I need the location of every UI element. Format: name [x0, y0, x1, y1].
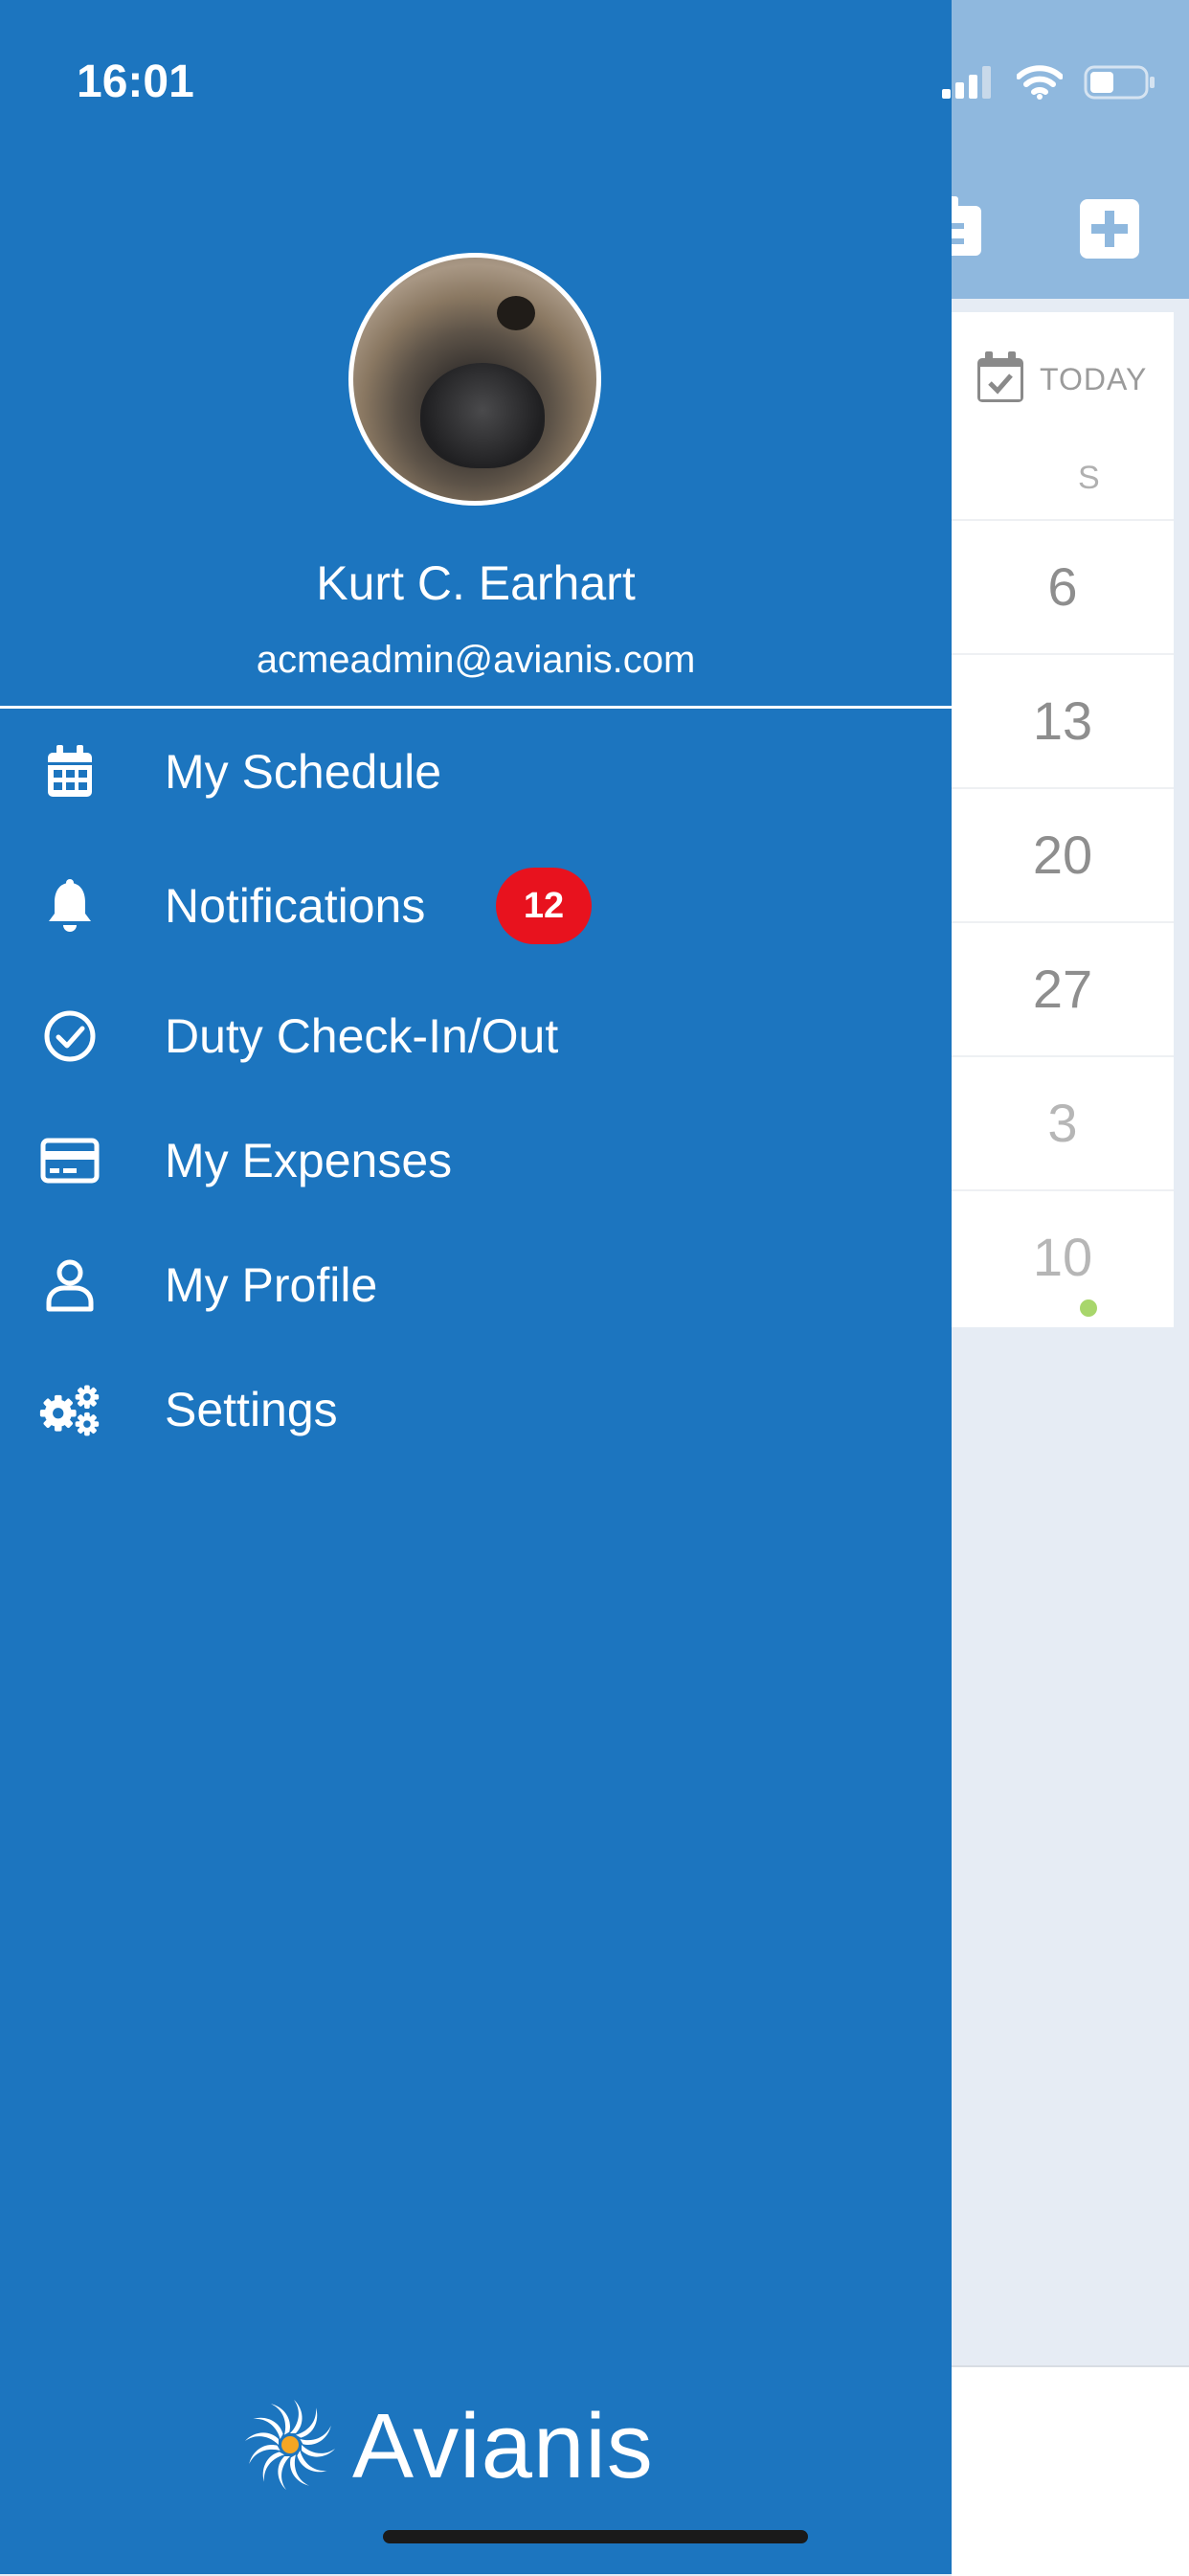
bell-icon	[38, 874, 101, 938]
calendar-row[interactable]: 3	[952, 1055, 1174, 1189]
check-circle-icon	[38, 1005, 101, 1068]
brand-logo: Avianis	[243, 2394, 654, 2499]
day-cell: 3	[1047, 1093, 1078, 1153]
day-cell: 6	[1047, 556, 1078, 617]
notification-badge: 12	[496, 868, 592, 944]
avianis-logo-icon	[243, 2398, 337, 2496]
status-icons	[942, 65, 1156, 103]
signal-icon	[942, 66, 996, 102]
divider	[0, 706, 952, 709]
battery-icon	[1084, 65, 1156, 103]
calendar-row[interactable]: 20	[952, 787, 1174, 921]
menu-item-label: My Profile	[165, 1258, 378, 1312]
weekday-header: S	[1078, 460, 1100, 496]
calendar-check-icon	[976, 351, 1024, 407]
menu-item-label: Notifications	[165, 879, 426, 933]
menu-item-notifications[interactable]: Notifications 12	[0, 853, 952, 959]
user-email: acmeadmin@avianis.com	[256, 639, 696, 681]
day-cell: 13	[1032, 690, 1093, 751]
day-cell: 20	[1032, 825, 1093, 885]
menu-item-label: Settings	[165, 1383, 338, 1436]
home-indicator	[383, 2530, 808, 2543]
today-button[interactable]: TODAY	[976, 350, 1147, 408]
user-icon	[38, 1254, 101, 1317]
brand-name: Avianis	[352, 2395, 654, 2497]
menu-item-label: My Schedule	[165, 745, 442, 799]
bottom-bar	[952, 2365, 1189, 2576]
menu-item-duty-check-in-out[interactable]: Duty Check-In/Out	[0, 983, 952, 1089]
menu-item-my-expenses[interactable]: My Expenses	[0, 1108, 952, 1213]
calendar-row[interactable]: 27	[952, 921, 1174, 1055]
wifi-icon	[1016, 65, 1064, 103]
calendar-row[interactable]: 13	[952, 653, 1174, 787]
menu-item-label: Duty Check-In/Out	[165, 1009, 559, 1063]
gears-icon	[38, 1378, 101, 1441]
avatar[interactable]	[348, 253, 601, 506]
status-time: 16:01	[77, 56, 194, 107]
day-cell: 27	[1032, 959, 1093, 1019]
credit-card-icon	[38, 1129, 101, 1192]
day-cell: 10	[1032, 1227, 1093, 1287]
menu-item-settings[interactable]: Settings	[0, 1357, 952, 1462]
menu-item-my-profile[interactable]: My Profile	[0, 1232, 952, 1338]
calendar-row[interactable]: 10	[952, 1189, 1174, 1323]
today-label: TODAY	[1040, 361, 1148, 396]
side-drawer: 16:01 Kurt C. Earhart acmeadmin@avianis.…	[0, 0, 1155, 2574]
calendar-row[interactable]: 6	[952, 519, 1174, 653]
user-name: Kurt C. Earhart	[316, 556, 636, 610]
menu-item-label: My Expenses	[165, 1134, 453, 1187]
menu-item-my-schedule[interactable]: My Schedule	[0, 719, 952, 825]
add-icon[interactable]	[1080, 199, 1139, 262]
event-dot	[1080, 1299, 1097, 1317]
calendar-icon	[38, 740, 101, 803]
